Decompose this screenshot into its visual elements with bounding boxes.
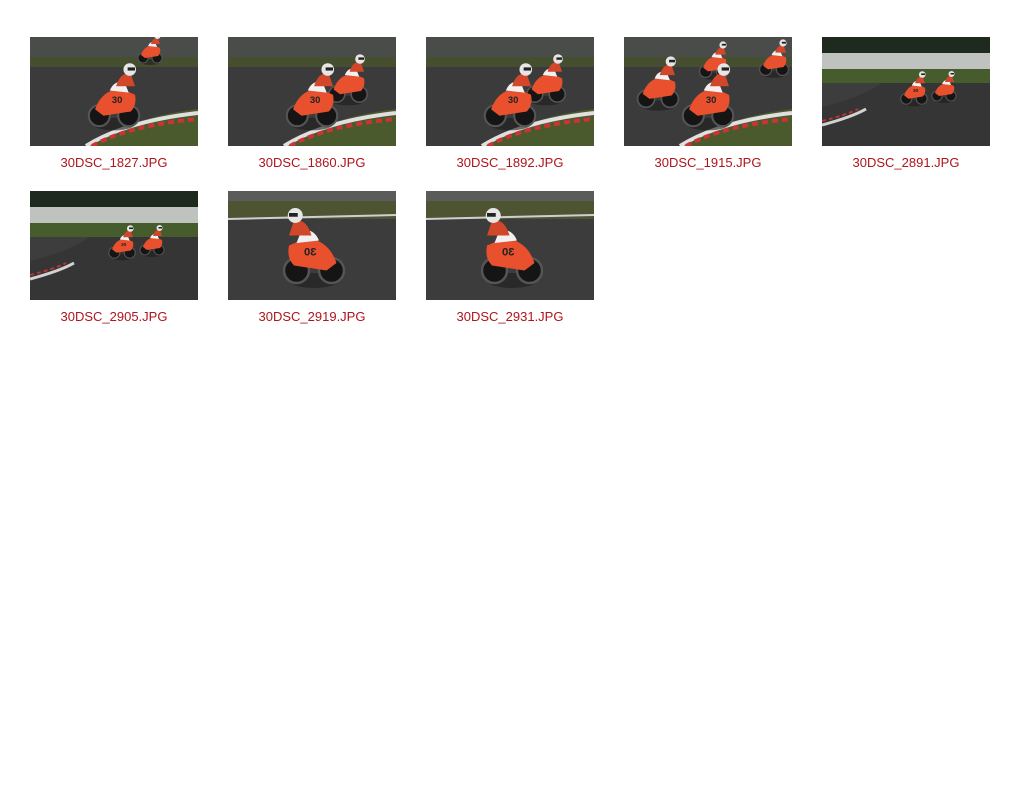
photo-filename-link[interactable]: 30DSC_2931.JPG [457,309,564,324]
svg-text:30: 30 [310,95,321,106]
svg-text:30: 30 [121,242,127,248]
motorcycle-racing-photo-icon: 30 [426,191,594,300]
svg-text:30: 30 [913,88,919,94]
motorcycle-racing-photo-icon: 30 [30,191,198,300]
photo-filename-link[interactable]: 30DSC_1827.JPG [61,155,168,170]
motorcycle-racing-photo-icon: 30 [228,37,396,146]
photo-filename-link[interactable]: 30DSC_1860.JPG [259,155,366,170]
motorcycle-racing-photo-icon: 30 [228,191,396,300]
gallery-item[interactable]: 30 30DSC_2891.JPG [822,37,990,191]
motorcycle-racing-photo-icon: 30 [30,37,198,146]
photo-filename-link[interactable]: 30DSC_1892.JPG [457,155,564,170]
gallery-item[interactable]: 30 30DSC_1892.JPG [426,37,594,191]
photo-filename-link[interactable]: 30DSC_2905.JPG [61,309,168,324]
photo-thumbnail[interactable]: 30 [30,191,198,300]
gallery-item[interactable]: 30 30DSC_1860.JPG [228,37,396,191]
svg-text:30: 30 [508,95,519,106]
photo-thumbnail[interactable]: 30 [624,37,792,146]
photo-filename-link[interactable]: 30DSC_1915.JPG [655,155,762,170]
motorcycle-racing-photo-icon: 30 [822,37,990,146]
svg-text:30: 30 [112,95,123,106]
photo-thumbnail[interactable]: 30 [30,37,198,146]
photo-thumbnail[interactable]: 30 [228,37,396,146]
gallery-item[interactable]: 30 30DSC_2931.JPG [426,191,594,345]
photo-thumbnail[interactable]: 30 [228,191,396,300]
photo-thumbnail[interactable]: 30 [426,191,594,300]
gallery-item[interactable]: 30 30DSC_1827.JPG [30,37,198,191]
gallery-item[interactable]: 30 30DSC_2905.JPG [30,191,198,345]
svg-text:30: 30 [502,247,515,259]
photo-thumbnail[interactable]: 30 [426,37,594,146]
gallery-item[interactable]: 30 30DSC_1915.JPG [624,37,792,191]
gallery-item[interactable]: 30 30DSC_2919.JPG [228,191,396,345]
thumbnail-gallery: 30 30DSC_1827.JPG 30 30DSC_1860.JPG 30 3… [30,37,1000,345]
motorcycle-racing-photo-icon: 30 [426,37,594,146]
photo-filename-link[interactable]: 30DSC_2891.JPG [853,155,960,170]
svg-text:30: 30 [706,95,717,106]
photo-filename-link[interactable]: 30DSC_2919.JPG [259,309,366,324]
photo-thumbnail[interactable]: 30 [822,37,990,146]
motorcycle-racing-photo-icon: 30 [624,37,792,146]
svg-text:30: 30 [304,247,317,259]
